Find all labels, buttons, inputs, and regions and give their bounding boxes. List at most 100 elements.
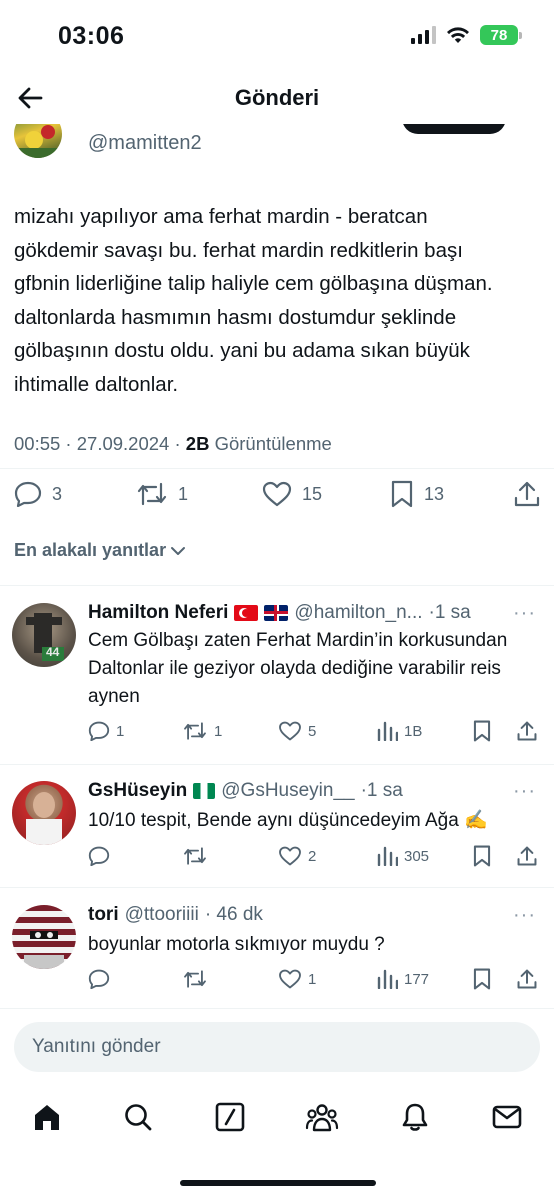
reply-author-name[interactable]: Hamilton Neferi — [88, 602, 228, 624]
bookmark-button[interactable] — [472, 968, 492, 990]
bookmark-button[interactable]: 13 — [390, 480, 444, 508]
views-button[interactable]: 1B — [376, 721, 422, 741]
like-button[interactable]: 1 — [278, 969, 316, 989]
reply-button[interactable] — [88, 969, 116, 989]
bookmark-button[interactable] — [472, 845, 492, 867]
reply-time[interactable]: ·1 sa — [429, 602, 471, 624]
like-count: 1 — [308, 970, 317, 988]
reply-author-name[interactable]: tori — [88, 904, 119, 926]
views-count: 1B — [404, 722, 423, 740]
battery-level: 78 — [490, 26, 508, 44]
like-button[interactable]: 5 — [278, 721, 316, 741]
share-icon — [517, 721, 537, 741]
repost-icon — [184, 722, 206, 740]
wifi-icon — [447, 27, 469, 43]
reply-composer[interactable] — [14, 1022, 540, 1072]
reply-text: Cem Gölbaşı zaten Ferhat Mardin’in korku… — [88, 630, 508, 707]
reply-author-handle[interactable]: @GsHuseyin__ — [221, 780, 354, 802]
like-button[interactable]: 2 — [278, 846, 316, 866]
nav-notifications[interactable] — [398, 1100, 432, 1134]
author-handle[interactable]: @mamitten2 — [88, 132, 202, 155]
page-title: Gönderi — [234, 85, 320, 110]
more-options-icon[interactable]: ··· — [513, 602, 536, 625]
bottom-nav — [0, 1086, 554, 1148]
analytics-icon — [377, 721, 398, 741]
reply-icon — [88, 846, 110, 866]
reply-count: 1 — [116, 722, 125, 740]
nav-home[interactable] — [30, 1100, 64, 1134]
nav-communities[interactable] — [305, 1100, 339, 1134]
share-button[interactable] — [514, 480, 540, 508]
more-options-icon[interactable]: ··· — [513, 780, 536, 803]
avatar-badge: 44 — [46, 645, 60, 659]
search-icon — [125, 1104, 152, 1131]
bookmark-button[interactable] — [472, 720, 492, 742]
top-header: Gönderi — [0, 72, 554, 124]
reply-button[interactable] — [88, 846, 116, 866]
nav-messages[interactable] — [490, 1100, 524, 1134]
more-options-icon[interactable]: ··· — [513, 904, 536, 927]
communities-icon — [305, 1104, 339, 1132]
views-count: 305 — [404, 847, 430, 865]
status-bar: 03:06 78 — [0, 0, 554, 72]
bookmark-count: 13 — [424, 483, 445, 504]
bookmark-icon — [473, 845, 491, 867]
views-button[interactable]: 177 — [376, 969, 429, 989]
tweet-views-count[interactable]: 2B — [186, 433, 210, 454]
repost-count: 1 — [214, 722, 223, 740]
heart-icon — [262, 481, 292, 507]
repost-button[interactable] — [182, 969, 214, 989]
bookmark-icon — [391, 480, 413, 508]
reply-header: tori @ttooriiii · 46 dk — [88, 904, 263, 926]
reply-time[interactable]: ·1 sa — [361, 780, 403, 802]
heart-icon — [279, 969, 301, 989]
share-button[interactable] — [517, 968, 537, 990]
like-count: 15 — [302, 483, 323, 504]
tweet-timestamp[interactable]: 00:55 · 27.09.2024 · — [14, 433, 186, 454]
reply-time[interactable]: · 46 dk — [205, 904, 263, 926]
reply-avatar[interactable] — [12, 781, 76, 845]
like-count: 2 — [308, 847, 317, 865]
messages-icon — [492, 1105, 522, 1129]
repost-button[interactable]: 1 — [136, 481, 188, 507]
reply-sort-dropdown[interactable]: En alakalı yanıtlar — [14, 540, 186, 561]
share-button[interactable] — [517, 845, 537, 867]
tweet-meta: 00:55 · 27.09.2024 · 2B Görüntülenme — [14, 433, 332, 455]
like-count: 5 — [308, 722, 317, 740]
nigeria-flag-icon — [193, 783, 216, 799]
uk-flag-icon — [264, 605, 289, 621]
share-icon — [517, 969, 537, 989]
divider — [0, 764, 554, 765]
heart-icon — [279, 846, 301, 866]
reply-input[interactable] — [14, 1022, 540, 1072]
reply-author-handle[interactable]: @hamilton_n... — [294, 602, 422, 624]
status-icons: 78 — [411, 25, 522, 45]
reply-avatar[interactable]: 44 — [12, 603, 76, 667]
heart-icon — [279, 721, 301, 741]
reply-author-handle[interactable]: @ttooriiii — [125, 904, 199, 926]
notifications-icon — [402, 1103, 428, 1131]
nav-grok[interactable] — [213, 1100, 247, 1134]
reply-icon — [88, 969, 110, 989]
share-button[interactable] — [517, 720, 537, 742]
home-indicator[interactable] — [180, 1180, 376, 1186]
repost-count: 1 — [178, 483, 189, 504]
reply-avatar[interactable] — [12, 905, 76, 969]
repost-button[interactable]: 1 — [182, 721, 222, 741]
status-time: 03:06 — [58, 22, 125, 50]
reply-header: Hamilton Neferi @hamilton_n... ·1 sa — [88, 602, 471, 624]
divider — [0, 585, 554, 586]
chevron-down-icon — [171, 546, 186, 555]
grok-icon — [215, 1102, 245, 1132]
analytics-icon — [377, 969, 398, 989]
cellular-signal-icon — [411, 26, 436, 44]
reply-button[interactable]: 3 — [14, 481, 62, 507]
like-button[interactable]: 15 — [262, 481, 322, 507]
reply-count: 3 — [52, 483, 63, 504]
reply-button[interactable]: 1 — [88, 721, 124, 741]
analytics-icon — [377, 846, 398, 866]
reply-author-name[interactable]: GsHüseyin — [88, 780, 187, 802]
views-button[interactable]: 305 — [376, 846, 429, 866]
repost-button[interactable] — [182, 846, 214, 866]
nav-search[interactable] — [121, 1100, 155, 1134]
